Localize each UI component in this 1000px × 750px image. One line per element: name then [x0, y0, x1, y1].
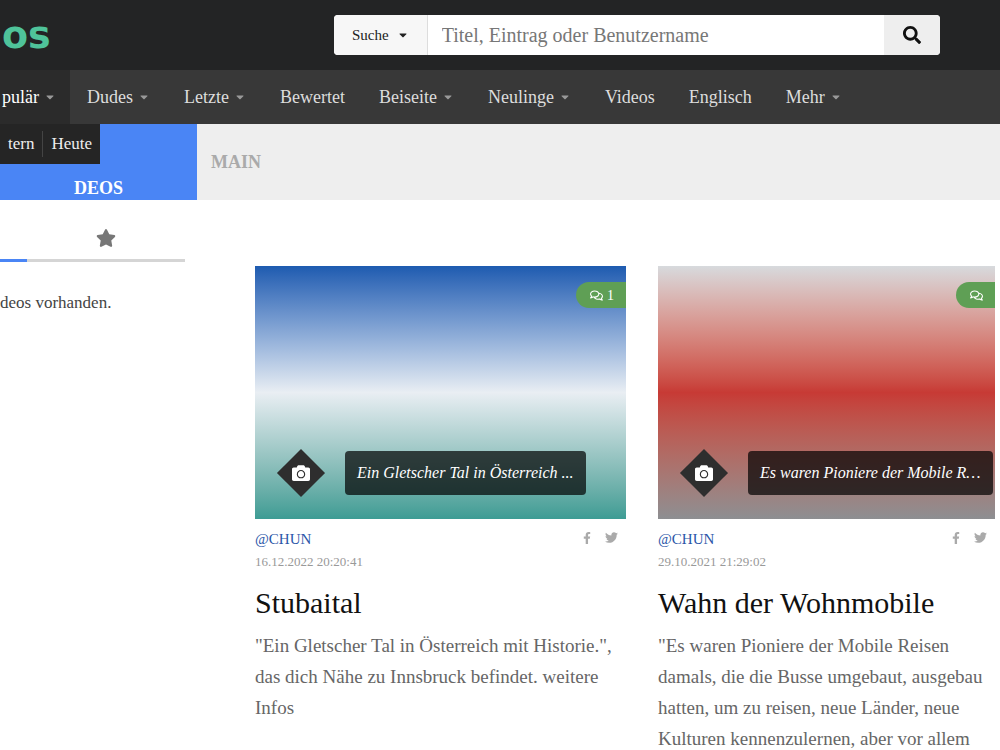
camera-badge — [680, 449, 728, 497]
post-description: "Ein Gletscher Tal in Österreich mit His… — [255, 630, 626, 723]
nav-item[interactable]: Letzte — [167, 70, 263, 124]
caret-icon — [44, 91, 56, 103]
post-image[interactable]: Es waren Pioniere der Mobile R… — [658, 266, 995, 519]
search-scope[interactable]: Suche — [334, 15, 428, 55]
post-date: 29.10.2021 21:29:02 — [658, 552, 766, 572]
sidebar-tab[interactable] — [0, 228, 27, 262]
top-bar: os Suche — [0, 0, 1000, 70]
caret-icon — [559, 91, 571, 103]
post-title[interactable]: Stubaital — [255, 584, 626, 622]
section-header: MAIN — [197, 124, 1000, 200]
caret-icon — [397, 29, 409, 41]
nav-item[interactable]: pulär — [0, 70, 70, 124]
submenu: ternHeute — [0, 124, 100, 164]
twitter-icon[interactable] — [605, 531, 618, 544]
search-box: Suche — [334, 15, 940, 55]
page: os Suche pulärDudesLetzteBewertetBeiseiteN… — [0, 0, 1000, 750]
search-icon — [903, 26, 921, 44]
nav-item[interactable]: Englisch — [672, 70, 769, 124]
post-title[interactable]: Wahn der Wohnmobile — [658, 584, 995, 622]
caption: Ein Gletscher Tal in Österreich ... — [345, 451, 586, 495]
submenu-item[interactable]: Heute — [42, 131, 100, 157]
facebook-icon[interactable] — [581, 532, 593, 544]
card-list: 1 Ein Gletscher Tal in Österreich ... @CHU… — [197, 200, 1000, 750]
camera-badge — [277, 449, 325, 497]
empty-message: deos vorhanden. — [0, 290, 197, 316]
facebook-icon[interactable] — [950, 532, 962, 544]
camera-icon — [292, 464, 310, 482]
post-card[interactable]: 1 Ein Gletscher Tal in Österreich ... @CHU… — [255, 266, 626, 750]
author-link[interactable]: @CHUN — [255, 529, 363, 549]
submenu-item[interactable]: tern — [0, 131, 42, 157]
caret-icon — [138, 91, 150, 103]
post-description: "Es waren Pioniere der Mobile Reisen dam… — [658, 630, 995, 750]
nav-item[interactable]: Videos — [588, 70, 672, 124]
nav-item[interactable]: Mehr — [769, 70, 859, 124]
post-card[interactable]: Es waren Pioniere der Mobile R… @CHUN 29.1… — [658, 266, 995, 750]
comment-badge[interactable]: 1 — [576, 282, 626, 308]
caret-icon — [234, 91, 246, 103]
logo[interactable]: os — [2, 13, 51, 57]
nav-item[interactable]: Dudes — [70, 70, 167, 124]
sidebar: DEOSdeos vorhanden. — [0, 124, 197, 750]
nav-item[interactable]: Neulinge — [471, 70, 588, 124]
comments-icon — [590, 289, 603, 302]
sidebar-tab[interactable] — [27, 228, 185, 262]
caret-icon — [830, 91, 842, 103]
post-date: 16.12.2022 20:20:41 — [255, 552, 363, 572]
sidebar-tabs — [0, 228, 185, 262]
caret-icon — [442, 91, 454, 103]
camera-icon — [695, 464, 713, 482]
post-image[interactable]: 1 Ein Gletscher Tal in Österreich ... — [255, 266, 626, 519]
comment-count: 1 — [607, 285, 614, 306]
author-link[interactable]: @CHUN — [658, 529, 766, 549]
comment-badge[interactable] — [956, 282, 995, 308]
nav-bar: pulärDudesLetzteBewertetBeiseiteNeulinge… — [0, 70, 1000, 124]
twitter-icon[interactable] — [974, 531, 987, 544]
nav-item[interactable]: Bewertet — [263, 70, 362, 124]
caption: Es waren Pioniere der Mobile R… — [748, 451, 993, 495]
search-button[interactable] — [884, 15, 940, 55]
nav-item[interactable]: Beiseite — [362, 70, 471, 124]
star-icon — [96, 228, 116, 248]
search-input[interactable] — [428, 15, 884, 55]
comments-icon — [970, 289, 983, 302]
